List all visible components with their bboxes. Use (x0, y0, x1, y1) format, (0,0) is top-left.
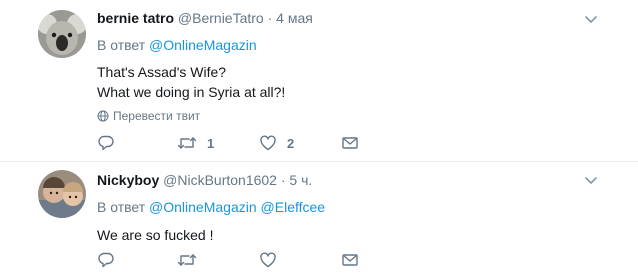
reply-prefix: В ответ (97, 199, 146, 215)
mention-link[interactable]: @OnlineMagazin (149, 37, 257, 53)
like-icon (260, 135, 276, 151)
tweet-timestamp[interactable]: 4 мая (276, 10, 313, 26)
koala-avatar-image (38, 10, 86, 58)
tweet-text: That's Assad's Wife? What we doing in Sy… (97, 62, 598, 102)
like-count: 2 (287, 135, 295, 151)
globe-icon (97, 110, 109, 122)
direct-message-button[interactable] (341, 250, 359, 270)
tweet-text: We are so fucked ! (97, 225, 598, 245)
mention-link[interactable]: @OnlineMagazin (149, 199, 257, 215)
direct-message-icon (342, 254, 358, 266)
reply-button[interactable] (97, 133, 125, 153)
reply-button[interactable] (97, 250, 125, 270)
retweet-count: 1 (207, 135, 215, 151)
tweet-text-line: That's Assad's Wife? (97, 64, 227, 80)
direct-message-button[interactable] (341, 133, 359, 153)
separator-dot: · (280, 172, 286, 188)
reply-context: В ответ @OnlineMagazin @Eleffcee (97, 198, 598, 216)
reply-prefix: В ответ (97, 37, 146, 53)
tweet-text-line: We are so fucked ! (97, 227, 214, 243)
avatar[interactable] (38, 170, 86, 218)
avatar[interactable] (38, 10, 86, 58)
retweet-icon (177, 137, 197, 149)
retweet-button[interactable] (177, 250, 207, 270)
tweet-actions: 1 2 (97, 133, 397, 153)
user-handle[interactable]: @NickBurton1602 (163, 172, 277, 188)
translate-label: Перевести твит (113, 109, 201, 123)
tweet-timestamp[interactable]: 5 ч. (289, 172, 312, 188)
like-icon (260, 252, 276, 268)
user-handle[interactable]: @BernieTatro (178, 10, 264, 26)
tweet-text-line: What we doing in Syria at all?! (97, 84, 286, 100)
reply-icon (98, 135, 114, 151)
tweet[interactable]: bernie tatro @BernieTatro · 4 мая В отве… (0, 0, 638, 162)
user-fullname[interactable]: bernie tatro (97, 10, 174, 26)
user-fullname[interactable]: Nickyboy (97, 172, 159, 188)
separator-dot: · (267, 10, 273, 26)
retweet-icon (177, 254, 197, 266)
user-photo-avatar-image (38, 170, 86, 218)
chevron-down-icon[interactable] (582, 172, 600, 190)
like-button[interactable] (259, 250, 287, 270)
translate-tweet-link[interactable]: Перевести твит (97, 108, 598, 124)
tweet[interactable]: Nickyboy @NickBurton1602 · 5 ч. В ответ … (0, 163, 638, 279)
mention-link[interactable]: @Eleffcee (261, 199, 326, 215)
reply-icon (98, 252, 114, 268)
retweet-button[interactable]: 1 (177, 133, 214, 153)
chevron-down-icon[interactable] (582, 11, 600, 29)
direct-message-icon (342, 137, 358, 149)
reply-context: В ответ @OnlineMagazin (97, 36, 598, 54)
like-button[interactable]: 2 (259, 133, 294, 153)
tweet-actions (97, 250, 397, 270)
